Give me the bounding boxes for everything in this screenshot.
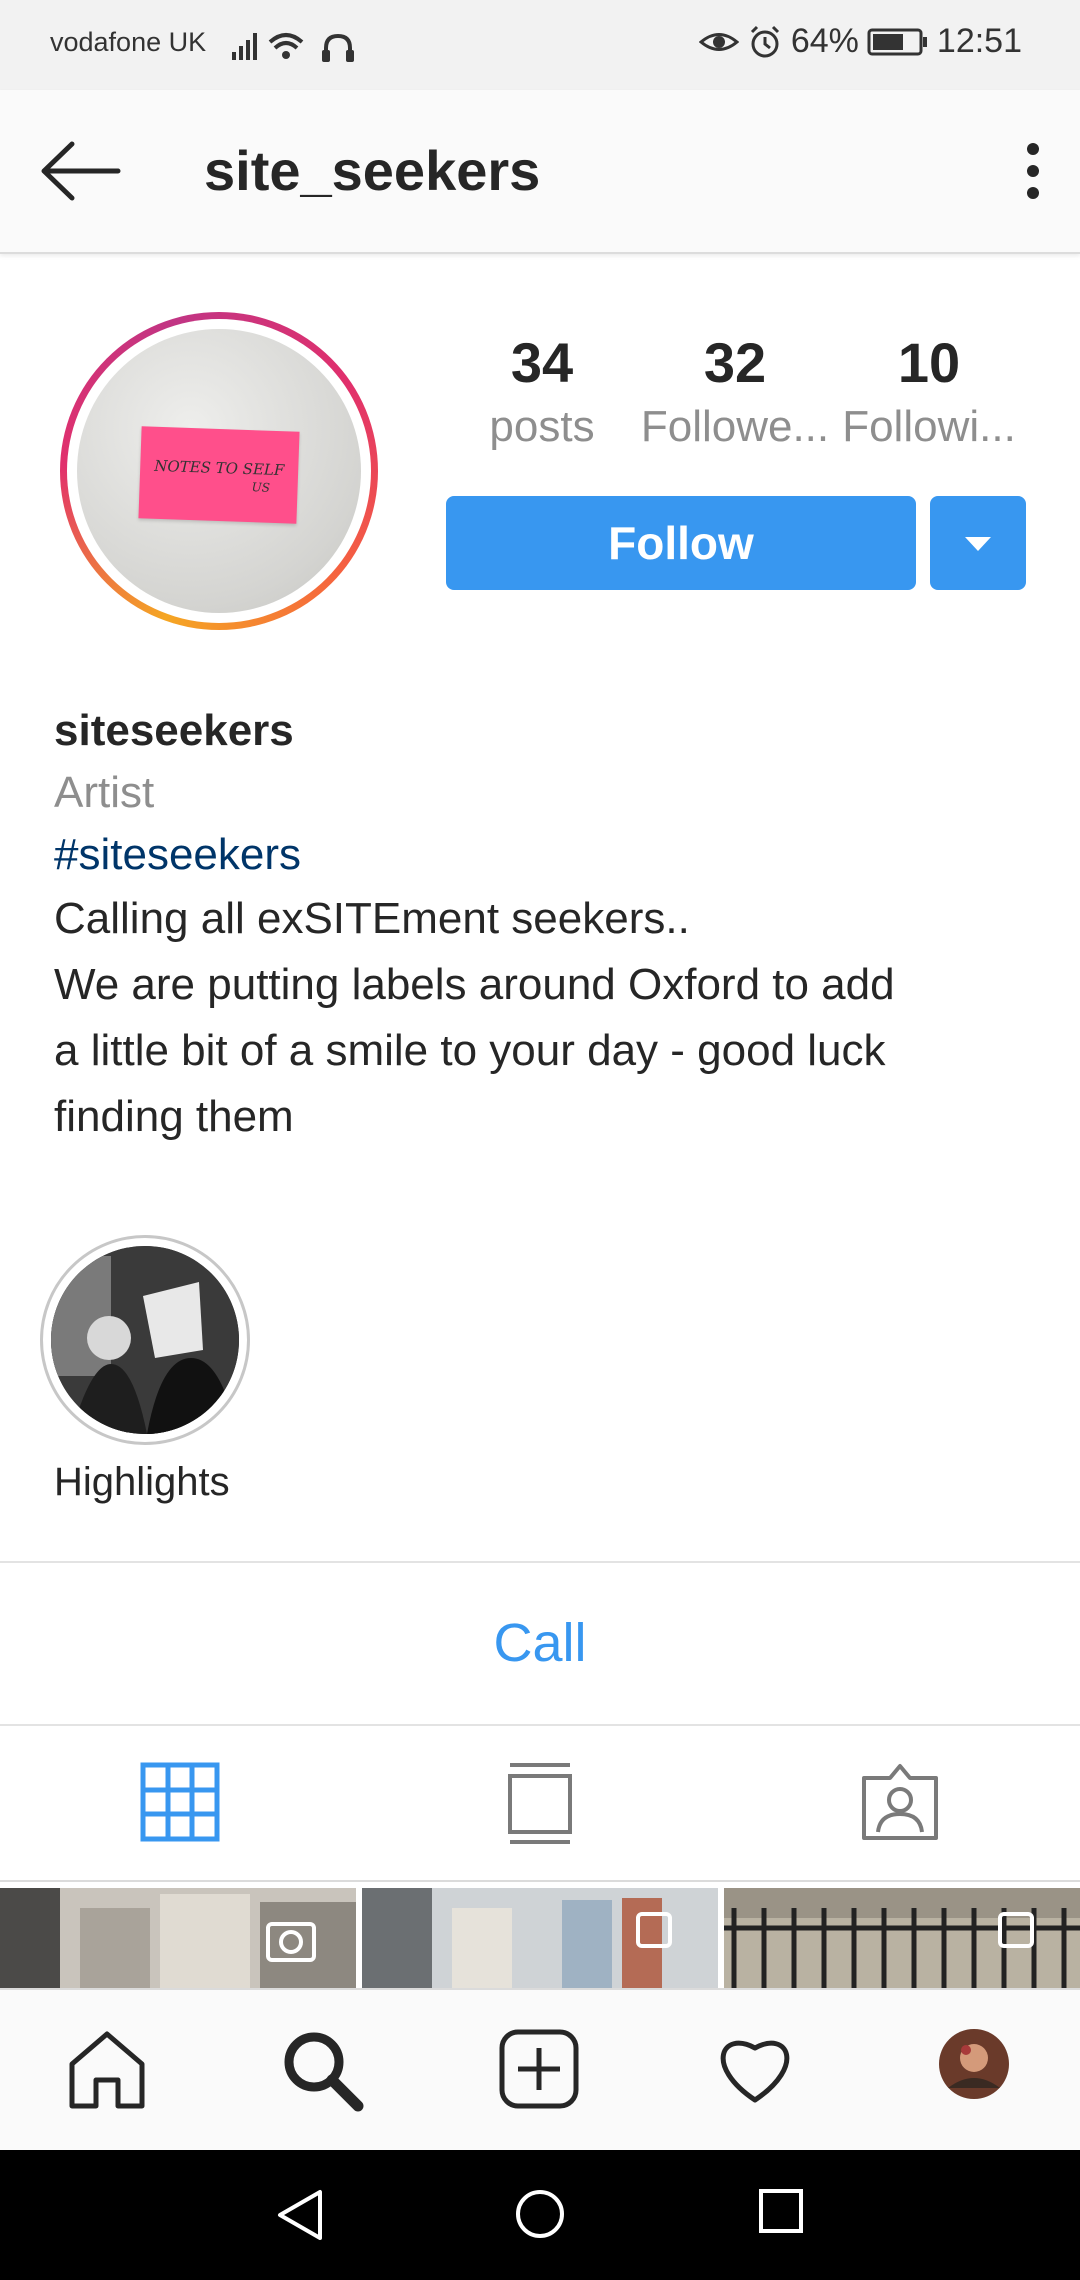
search-icon[interactable] xyxy=(280,2028,364,2112)
followers-count: 32 xyxy=(703,331,767,394)
sticky-note-text-2: US xyxy=(251,480,271,495)
bio-line-3: a little bit of a smile to your day - go… xyxy=(54,1026,886,1075)
sticky-note-image: NOTES TO SELF US xyxy=(138,426,300,524)
divider xyxy=(0,1724,1080,1726)
suggestions-dropdown-button[interactable] xyxy=(930,496,1026,590)
grid-icon[interactable] xyxy=(140,1762,220,1842)
post-thumbnail-2[interactable] xyxy=(362,1888,718,1988)
call-button[interactable]: Call xyxy=(0,1562,1080,1724)
signal-wifi-headset-icon xyxy=(232,33,354,62)
system-home-icon[interactable] xyxy=(514,2188,566,2240)
stat-following[interactable]: 10 Followi... xyxy=(834,328,1024,456)
add-icon[interactable] xyxy=(498,2028,580,2110)
feed-icon[interactable] xyxy=(504,1762,576,1846)
post-photo xyxy=(362,1888,718,1988)
battery-percent: 64% xyxy=(790,22,859,60)
heart-icon[interactable] xyxy=(714,2028,796,2106)
story-highlight[interactable] xyxy=(40,1235,250,1445)
bio-hashtag[interactable]: #siteseekers xyxy=(54,824,1034,886)
profile-avatar[interactable]: NOTES TO SELF US xyxy=(60,312,378,630)
profile-username: site_seekers xyxy=(204,139,541,202)
bio-line-1: Calling all exSITEment seekers.. xyxy=(54,894,690,943)
clock: 12:51 xyxy=(936,22,1022,60)
eye-icon xyxy=(698,32,739,51)
back-arrow-icon[interactable] xyxy=(38,138,124,204)
posts-count: 34 xyxy=(510,331,574,394)
highlight-cover-image xyxy=(51,1246,239,1434)
tab-divider xyxy=(0,1880,1080,1882)
avatar-ring-gap: NOTES TO SELF US xyxy=(67,319,371,623)
bio-line-2: We are putting labels around Oxford to a… xyxy=(54,960,895,1009)
system-navigation-bar xyxy=(0,2150,1080,2280)
system-recents-icon[interactable] xyxy=(758,2188,804,2234)
bio-line-4: finding them xyxy=(54,1092,294,1141)
post-photo xyxy=(724,1888,1080,1988)
post-thumbnail-3[interactable] xyxy=(724,1888,1080,1988)
avatar-image: NOTES TO SELF US xyxy=(77,329,361,613)
post-thumbnail-1[interactable] xyxy=(0,1888,356,1988)
profile-category: Artist xyxy=(54,768,155,817)
stat-followers[interactable]: 32 Followe... xyxy=(640,328,830,456)
stat-posts[interactable]: 34 posts xyxy=(447,328,637,456)
highlight-photo-graphic xyxy=(51,1246,239,1434)
home-icon[interactable] xyxy=(66,2028,148,2110)
followers-label: Followe... xyxy=(640,402,830,451)
bottom-navigation xyxy=(0,1988,1080,2152)
profile-avatar[interactable] xyxy=(938,2028,1010,2100)
following-label: Followi... xyxy=(842,402,1016,451)
post-photo xyxy=(0,1888,356,1988)
carrier-label: vodafone UK xyxy=(50,27,207,57)
battery-icon xyxy=(867,28,927,55)
highlight-label: Highlights xyxy=(54,1460,230,1504)
profile-display-name: siteseekers xyxy=(54,706,294,755)
status-right: 64% 12:51 xyxy=(698,22,1022,61)
follow-button[interactable]: Follow xyxy=(446,496,916,590)
more-options-icon[interactable] xyxy=(1026,142,1040,200)
following-count: 10 xyxy=(897,331,961,394)
posts-label: posts xyxy=(489,402,595,451)
top-bar: site_seekers xyxy=(0,90,1080,254)
alarm-icon xyxy=(750,25,779,57)
sticky-note-text: NOTES TO SELF xyxy=(153,456,285,480)
profile-bio: siteseekers Artist #siteseekers Calling … xyxy=(54,700,1034,1150)
tagged-icon[interactable] xyxy=(860,1762,940,1842)
system-back-icon[interactable] xyxy=(276,2188,324,2242)
status-bar: vodafone UK 64% 12:51 xyxy=(0,0,1080,90)
chevron-down-icon xyxy=(965,537,991,551)
